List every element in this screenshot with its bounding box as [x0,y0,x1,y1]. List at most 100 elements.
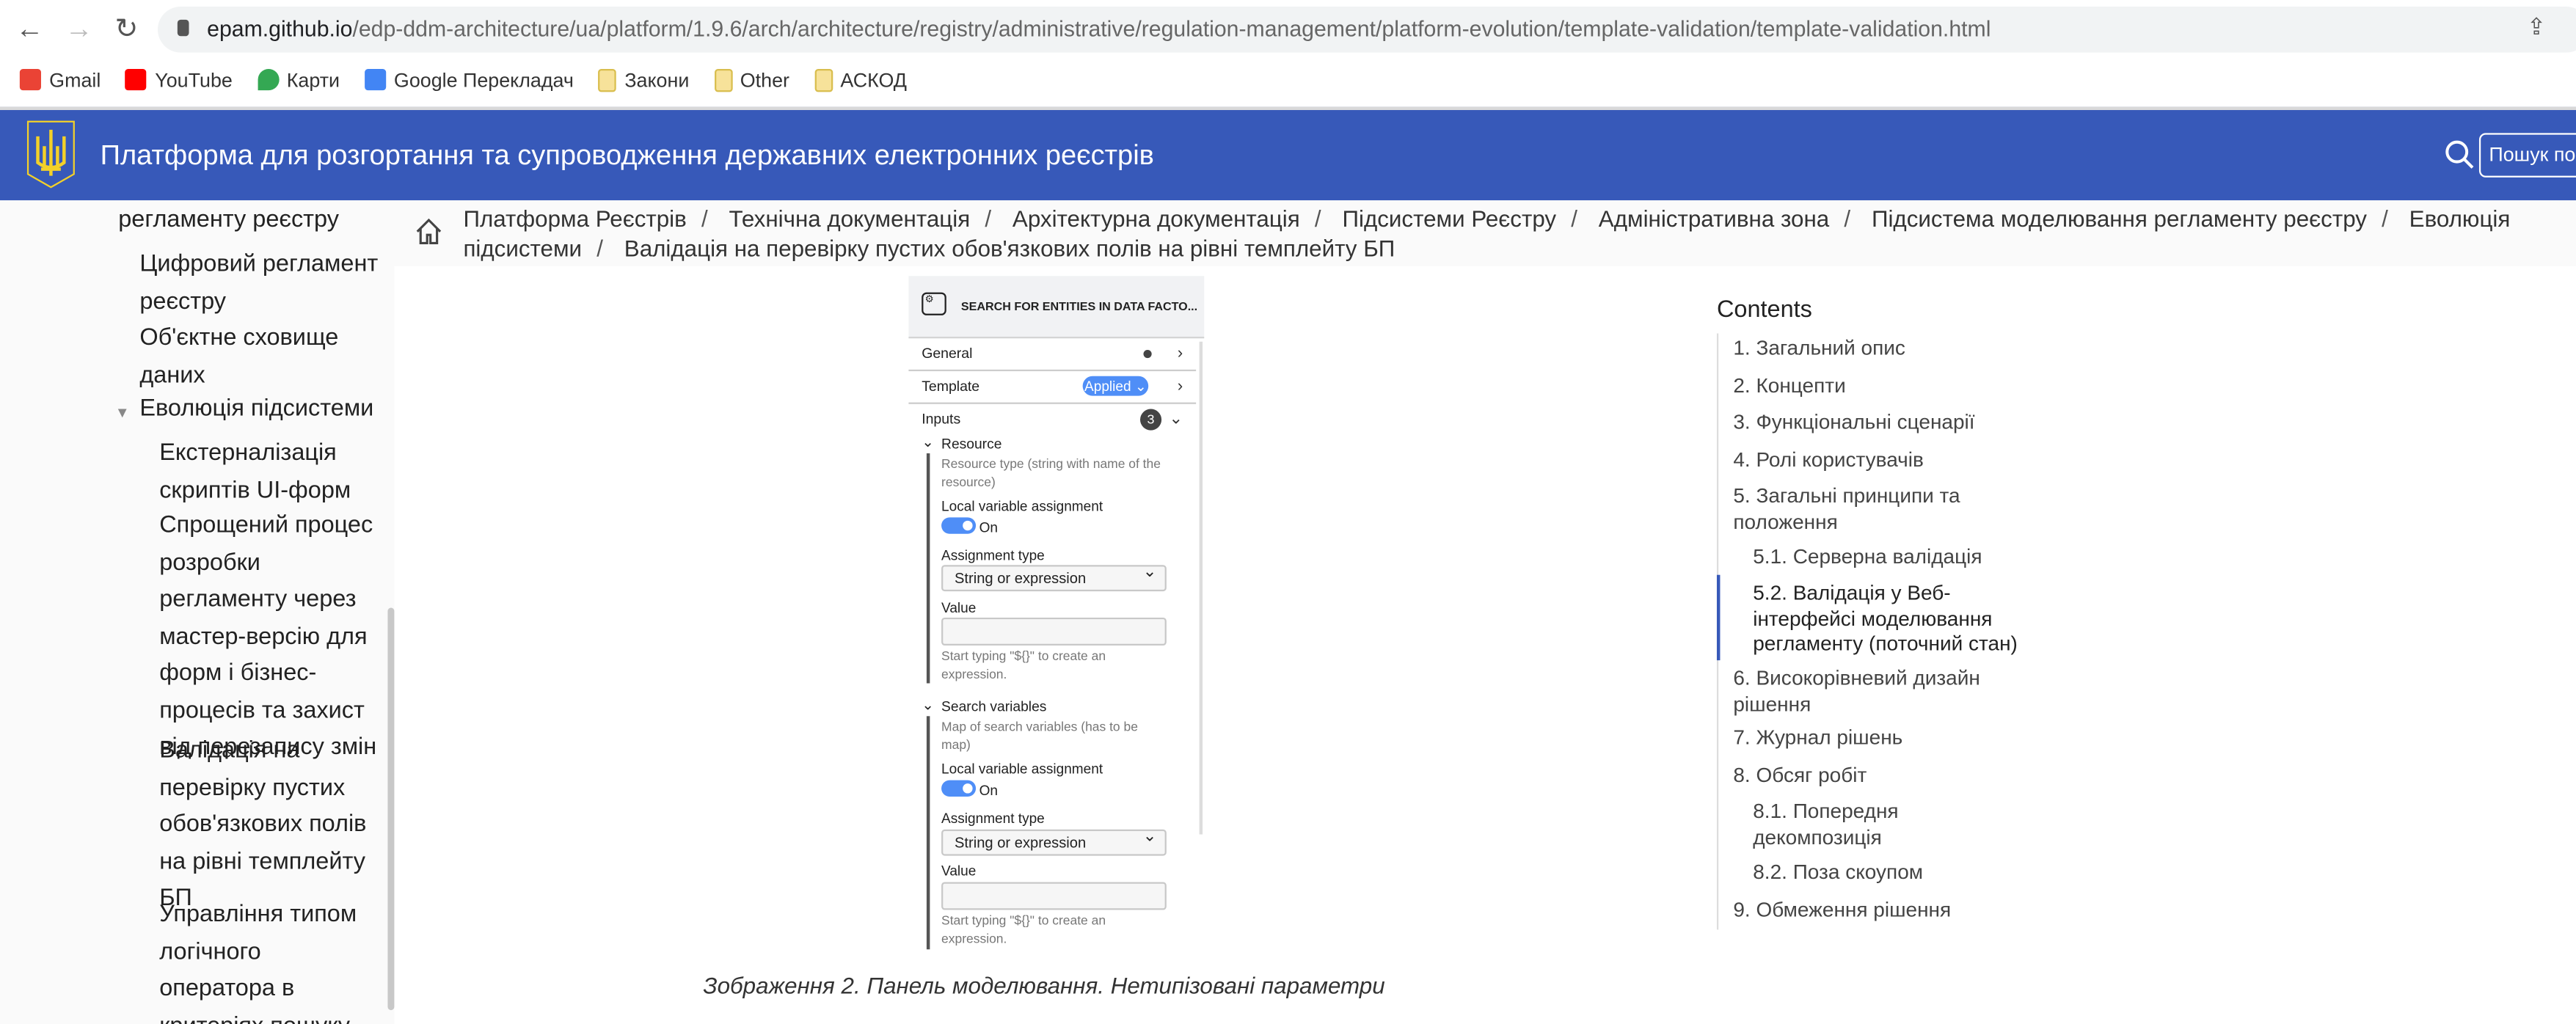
caret-down-icon[interactable]: ▼ [115,394,130,431]
chevron-right-icon: › [1177,378,1183,396]
sidebar-item-active[interactable]: Валідація на перевірку пустих обов'язков… [159,733,366,918]
sidebar-item[interactable]: Цифровий регламент реєстру [139,246,378,321]
lock-icon [177,19,189,37]
breadcrumb-current: Валідація на перевірку пустих обов'язков… [624,234,1395,260]
search-icon[interactable] [2445,139,2474,169]
site-title[interactable]: Платформа для розгортання та супроводжен… [101,139,1154,172]
sidebar-item[interactable]: Об'єктне сховище даних [139,321,338,395]
bookmarks-bar: Gmail YouTube Карти Google Перекладач За… [0,59,2576,100]
table-of-contents: 1. Загальний опис 2. Концепти 3. Функціо… [1716,333,2046,930]
breadcrumb: Платформа Реєстрів / Технічна документаці… [463,205,2511,260]
sidebar-nav: регламенту реєстру Цифровий регламент ре… [0,200,395,1024]
panel-scrollbar[interactable] [1199,341,1203,835]
browser-toolbar: ← → ↻ epam.github.io/edp-ddm-architectur… [0,0,2576,58]
modeler-panel-screenshot: ⚙ SEARCH FOR ENTITIES IN DATA FACTO... G… [908,276,1205,953]
sidebar-scrollbar[interactable] [387,607,395,1011]
group-divider [926,716,930,950]
bookmark-translate[interactable]: Google Перекладач [364,67,574,92]
bookmark-gmail[interactable]: Gmail [19,68,101,91]
trident-logo[interactable] [26,120,76,189]
group-label: General [922,345,973,362]
group-general[interactable]: General › [908,338,1197,370]
local-variable-toggle[interactable] [941,780,977,797]
forward-button[interactable]: → [62,13,95,46]
template-applied-badge[interactable]: Applied ⌄ [1082,376,1149,396]
toc-item-active[interactable]: 5.2. Валідація у Веб- інтерфейсі моделюв… [1753,582,2018,658]
toc-item[interactable]: 8.2. Поза скоупом [1753,860,1923,886]
input-name[interactable]: Resource [941,435,1001,453]
sidebar-item[interactable]: регламенту реєстру [118,202,339,238]
panel-title: SEARCH FOR ENTITIES IN DATA FACTO... [960,299,1198,314]
toc-item[interactable]: 5.1. Серверна валідація [1753,545,1982,571]
group-label: Template [922,378,980,395]
site-header: Платформа для розгортання та супроводжен… [0,106,2576,201]
toc-item[interactable]: 7. Журнал рішень [1733,726,1902,752]
folder-icon [713,67,732,92]
sidebar-item-expanded[interactable]: Еволюція підсистеми [139,391,373,428]
sidebar-item[interactable]: Управління типом логічного оператора в к… [159,897,357,1024]
value-label: Value [941,862,977,879]
chevron-right-icon: › [1177,345,1183,363]
sidebar-item[interactable]: Спрощений процес розробки регламенту чер… [159,508,376,767]
local-variable-toggle[interactable] [941,517,977,534]
toc-item[interactable]: 6. Високорівневий дизайн рішення [1733,667,1980,717]
toc-item[interactable]: 5. Загальні принципи та положення [1733,485,1960,535]
bookmark-label: Карти [286,67,340,92]
value-hint: Start typing "${}" to create an expressi… [941,913,1106,946]
badge-label: Applied [1084,378,1131,395]
panel-header: ⚙ SEARCH FOR ENTITIES IN DATA FACTO... [908,276,1205,339]
assignment-type-select[interactable]: String or expression [941,826,1167,856]
assignment-type-label: Assignment type [941,546,1045,564]
bookmark-label: Other [740,67,789,92]
share-icon[interactable]: ⇪ [2527,13,2546,41]
toc-item[interactable]: 2. Концепти [1733,375,1845,401]
url-host: epam.github.io [207,16,353,41]
bookmark-label: Закони [624,67,690,92]
reload-button[interactable]: ↻ [110,13,143,46]
breadcrumb-link[interactable]: Технічна документація [729,205,971,232]
youtube-icon [125,69,147,91]
chevron-down-icon[interactable]: ⌄ [922,434,934,452]
assignment-type-label: Assignment type [941,809,1045,827]
home-icon[interactable] [414,217,443,246]
breadcrumb-link[interactable]: Підсистема моделювання регламенту реєстр… [1872,205,2367,232]
breadcrumb-link[interactable]: Платформа Реєстрів [463,205,686,232]
folder-icon [814,67,833,92]
bookmark-maps[interactable]: Карти [257,68,340,91]
bookmark-label: Google Перекладач [393,67,574,92]
chevron-down-icon[interactable]: ⌄ [922,696,934,714]
input-description: Map of search variables (has to be map) [941,719,1138,752]
group-label: Inputs [922,410,961,428]
dot-indicator [1143,349,1152,359]
toc-item[interactable]: 4. Ролі користувачів [1733,448,1924,474]
search-input[interactable]: Пошук по документації [2478,133,2576,178]
toc-item[interactable]: 1. Загальний опис [1733,337,1905,362]
value-textarea[interactable] [941,617,1167,646]
inputs-count-badge: 3 [1140,409,1162,431]
bookmark-folder-other[interactable]: Other [713,67,789,92]
assignment-type-select[interactable]: String or expression [941,562,1167,592]
bookmark-folder-zakony[interactable]: Закони [598,67,690,92]
group-inputs[interactable]: Inputs 3 ⌄ [908,404,1196,436]
toc-item[interactable]: 9. Обмеження рішення [1733,899,1951,924]
local-variable-label: Local variable assignment [941,497,1103,514]
toc-item[interactable]: 8.1. Попередня декомпозиція [1753,800,1898,850]
back-button[interactable]: ← [13,13,46,46]
bookmark-folder-askod[interactable]: АСКОД [814,67,907,92]
gmail-icon [19,69,41,91]
maps-icon [257,69,279,91]
toc-item[interactable]: 8. Обсяг робіт [1733,764,1867,789]
address-bar[interactable]: epam.github.io/edp-ddm-architecture/ua/p… [157,6,2576,53]
toc-item[interactable]: 3. Функціональні сценарії [1733,411,1974,436]
group-template[interactable]: Template Applied ⌄ › [908,371,1197,403]
breadcrumb-link[interactable]: Архітектурна документація [1012,205,1300,232]
url-path: /edp-ddm-architecture/ua/platform/1.9.6/… [352,16,1991,41]
breadcrumb-link[interactable]: Підсистеми Реєстру [1342,205,1556,232]
bookmark-youtube[interactable]: YouTube [125,68,233,91]
value-textarea[interactable] [941,882,1167,910]
sidebar-item[interactable]: Екстерналізація скриптів UI-форм [159,435,351,509]
toggle-state: On [979,781,998,799]
breadcrumb-link[interactable]: Адміністративна зона [1599,205,1829,232]
input-name[interactable]: Search variables [941,698,1046,716]
toc-active-indicator [1716,574,1721,661]
